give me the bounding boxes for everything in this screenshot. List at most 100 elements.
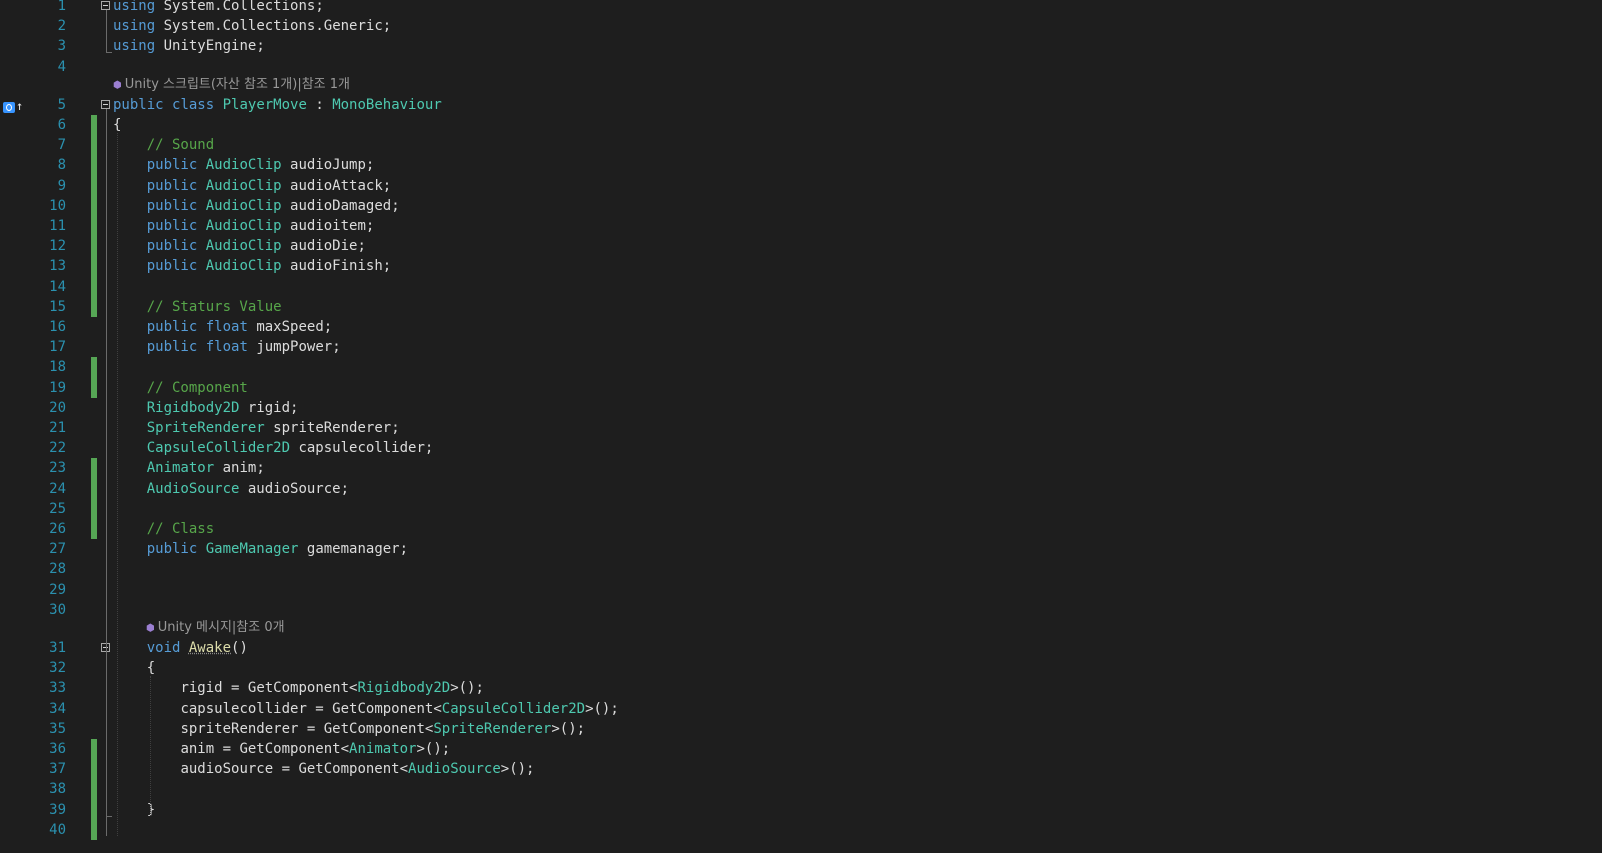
code-line[interactable]: 18 <box>0 357 1602 377</box>
code-text[interactable]: public AudioClip audioitem; <box>113 216 375 236</box>
line-number: 24 <box>49 480 66 497</box>
change-indicator-bar <box>91 458 97 539</box>
line-number: 19 <box>49 379 66 396</box>
line-number: 6 <box>57 117 66 133</box>
code-line[interactable]: 11 public AudioClip audioitem; <box>0 216 1602 236</box>
line-number: 8 <box>57 157 66 174</box>
code-editor[interactable]: ↑ 1 using System.Collections; 2 using Syste… <box>0 0 1602 853</box>
code-line[interactable]: 3 using UnityEngine; <box>0 36 1602 56</box>
code-line[interactable]: 21 SpriteRenderer spriteRenderer; <box>0 418 1602 438</box>
code-line[interactable]: 33 rigid = GetComponent<Rigidbody2D>(); <box>0 678 1602 698</box>
code-line[interactable]: 22 CapsuleCollider2D capsulecollider; <box>0 438 1602 458</box>
code-text[interactable]: using UnityEngine; <box>113 36 265 56</box>
code-line[interactable]: 24 AudioSource audioSource; <box>0 479 1602 499</box>
code-text[interactable]: { <box>113 115 121 135</box>
code-line[interactable]: 14 <box>0 277 1602 297</box>
line-number: 26 <box>49 521 66 537</box>
code-line[interactable]: 2 using System.Collections.Generic; <box>0 16 1602 36</box>
line-number: 34 <box>49 700 66 717</box>
codelens[interactable]: ⬢ Unity 스크립트(자산 참조 1개)|참조 1개 <box>113 76 350 95</box>
code-line[interactable]: 19 // Component <box>0 378 1602 398</box>
code-line[interactable]: 28 <box>0 559 1602 579</box>
code-line[interactable]: 7 // Sound <box>0 135 1602 155</box>
code-line[interactable]: 25 <box>0 499 1602 519</box>
code-text[interactable]: public GameManager gamemanager; <box>113 539 408 559</box>
line-number: 12 <box>49 238 66 255</box>
line-number: 14 <box>49 278 66 295</box>
code-line[interactable]: 15 // Staturs Value <box>0 297 1602 317</box>
code-text[interactable]: Animator anim; <box>113 458 265 478</box>
code-line[interactable]: 16 public float maxSpeed; <box>0 317 1602 337</box>
code-text[interactable]: // Staturs Value <box>113 297 282 317</box>
code-text[interactable]: anim = GetComponent<Animator>(); <box>113 739 450 759</box>
code-line[interactable]: 4 <box>0 57 1602 77</box>
code-line[interactable]: 6{ <box>0 115 1602 135</box>
code-line[interactable]: 37 audioSource = GetComponent<AudioSourc… <box>0 759 1602 779</box>
code-line[interactable]: 35 spriteRenderer = GetComponent<SpriteR… <box>0 719 1602 739</box>
code-line[interactable]: 1 using System.Collections; <box>0 0 1602 16</box>
code-text[interactable]: // Sound <box>113 135 214 155</box>
code-text[interactable]: Rigidbody2D rigid; <box>113 398 299 418</box>
code-text[interactable]: public AudioClip audioJump; <box>113 155 375 175</box>
line-number: 28 <box>49 561 66 578</box>
code-line[interactable]: 5 public class PlayerMove : MonoBehaviour <box>0 95 1602 115</box>
code-line[interactable]: 39 } <box>0 800 1602 820</box>
code-text[interactable]: public AudioClip audioFinish; <box>113 256 391 276</box>
code-text[interactable]: void Awake() <box>113 638 248 658</box>
code-text[interactable]: using System.Collections.Generic; <box>113 16 391 36</box>
code-line[interactable]: 30 <box>0 600 1602 620</box>
code-text[interactable]: public AudioClip audioDie; <box>113 236 366 256</box>
code-text[interactable]: { <box>113 658 155 678</box>
line-number: 25 <box>49 500 66 517</box>
code-line[interactable]: 31 void Awake() <box>0 638 1602 658</box>
fold-region-end <box>106 52 112 54</box>
line-number: 3 <box>57 38 66 55</box>
line-number: 30 <box>49 601 66 618</box>
line-number: 40 <box>49 821 66 838</box>
code-text[interactable]: rigid = GetComponent<Rigidbody2D>(); <box>113 678 483 698</box>
code-line[interactable]: 34 capsulecollider = GetComponent<Capsul… <box>0 699 1602 719</box>
indent-guide <box>117 133 118 836</box>
codelens-text[interactable]: Unity 메시지|참조 0개 <box>158 620 285 635</box>
code-text[interactable]: public AudioClip audioAttack; <box>113 176 391 196</box>
collapse-toggle-icon[interactable] <box>101 1 110 10</box>
code-text[interactable]: SpriteRenderer spriteRenderer; <box>113 418 400 438</box>
code-text[interactable]: public AudioClip audioDamaged; <box>113 196 400 216</box>
codelens-text[interactable]: Unity 스크립트(자산 참조 1개)|참조 1개 <box>125 77 350 92</box>
code-text[interactable]: public float maxSpeed; <box>113 317 332 337</box>
code-text[interactable]: using System.Collections; <box>113 0 324 16</box>
line-number: 18 <box>49 359 66 376</box>
code-text[interactable]: public float jumpPower; <box>113 337 341 357</box>
code-line[interactable]: 13 public AudioClip audioFinish; <box>0 256 1602 276</box>
code-line[interactable]: 36 anim = GetComponent<Animator>(); <box>0 739 1602 759</box>
code-line[interactable]: 32 { <box>0 658 1602 678</box>
code-text[interactable]: CapsuleCollider2D capsulecollider; <box>113 438 434 458</box>
code-text[interactable]: // Class <box>113 519 214 539</box>
code-line[interactable]: 9 public AudioClip audioAttack; <box>0 176 1602 196</box>
line-number: 36 <box>49 741 66 757</box>
collapse-toggle-icon[interactable] <box>101 99 110 109</box>
code-text[interactable]: // Component <box>113 378 248 398</box>
code-line[interactable]: 20 Rigidbody2D rigid; <box>0 398 1602 418</box>
code-line[interactable]: 8 public AudioClip audioJump; <box>0 155 1602 175</box>
code-text[interactable]: audioSource = GetComponent<AudioSource>(… <box>113 759 534 779</box>
code-text[interactable]: spriteRenderer = GetComponent<SpriteRend… <box>113 719 585 739</box>
code-line[interactable]: 12 public AudioClip audioDie; <box>0 236 1602 256</box>
code-line[interactable]: 29 <box>0 580 1602 600</box>
code-line[interactable]: 17 public float jumpPower; <box>0 337 1602 357</box>
line-number: 23 <box>49 460 66 477</box>
change-indicator-bar <box>91 739 97 840</box>
code-text[interactable]: public class PlayerMove : MonoBehaviour <box>113 95 442 115</box>
line-number: 21 <box>49 420 66 436</box>
code-text[interactable]: capsulecollider = GetComponent<CapsuleCo… <box>113 699 618 719</box>
code-line[interactable]: 38 <box>0 779 1602 799</box>
code-line[interactable]: 40 <box>0 820 1602 840</box>
unity-cube-icon: ⬢ <box>113 79 122 91</box>
code-line[interactable]: 23 Animator anim; <box>0 458 1602 478</box>
code-line[interactable]: 10 public AudioClip audioDamaged; <box>0 196 1602 216</box>
code-text[interactable]: } <box>113 800 155 820</box>
code-line[interactable]: 27 public GameManager gamemanager; <box>0 539 1602 559</box>
code-line[interactable]: 26 // Class <box>0 519 1602 539</box>
code-text[interactable]: AudioSource audioSource; <box>113 479 349 499</box>
codelens[interactable]: ⬢ Unity 메시지|참조 0개 <box>146 619 285 638</box>
